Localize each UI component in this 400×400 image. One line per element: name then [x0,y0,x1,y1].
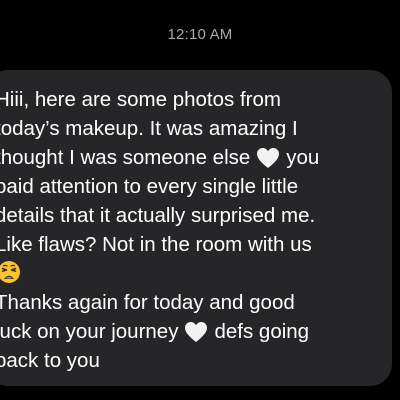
message-line: luck on your journey defs going [0,317,385,346]
message-line: details that it actually surprised me. [0,204,316,227]
message-text: Hiii, here are some photos from today’s … [0,85,385,375]
message-line-segment: defs going [214,320,310,343]
message-line [0,259,385,288]
message-line: Like flaws? Not in the room with us [0,233,312,256]
message-line-segment: luck on your journey [0,320,179,343]
message-line: Thanks again for today and good [0,291,295,314]
message-line: thought I was someone else you [0,143,385,172]
message-line: today’s makeup. It was amazing I [0,117,298,140]
chat-screen: 12:10 AM Hiii, here are some photos from… [0,0,400,400]
message-line: Hiii, here are some photos from [0,88,281,111]
message-line-segment: thought I was someone else [0,146,251,169]
message-line: paid attention to every single little [0,175,299,198]
message-timestamp: 12:10 AM [167,26,233,43]
white-heart-icon [184,321,208,351]
message-line-segment: you [286,146,320,169]
